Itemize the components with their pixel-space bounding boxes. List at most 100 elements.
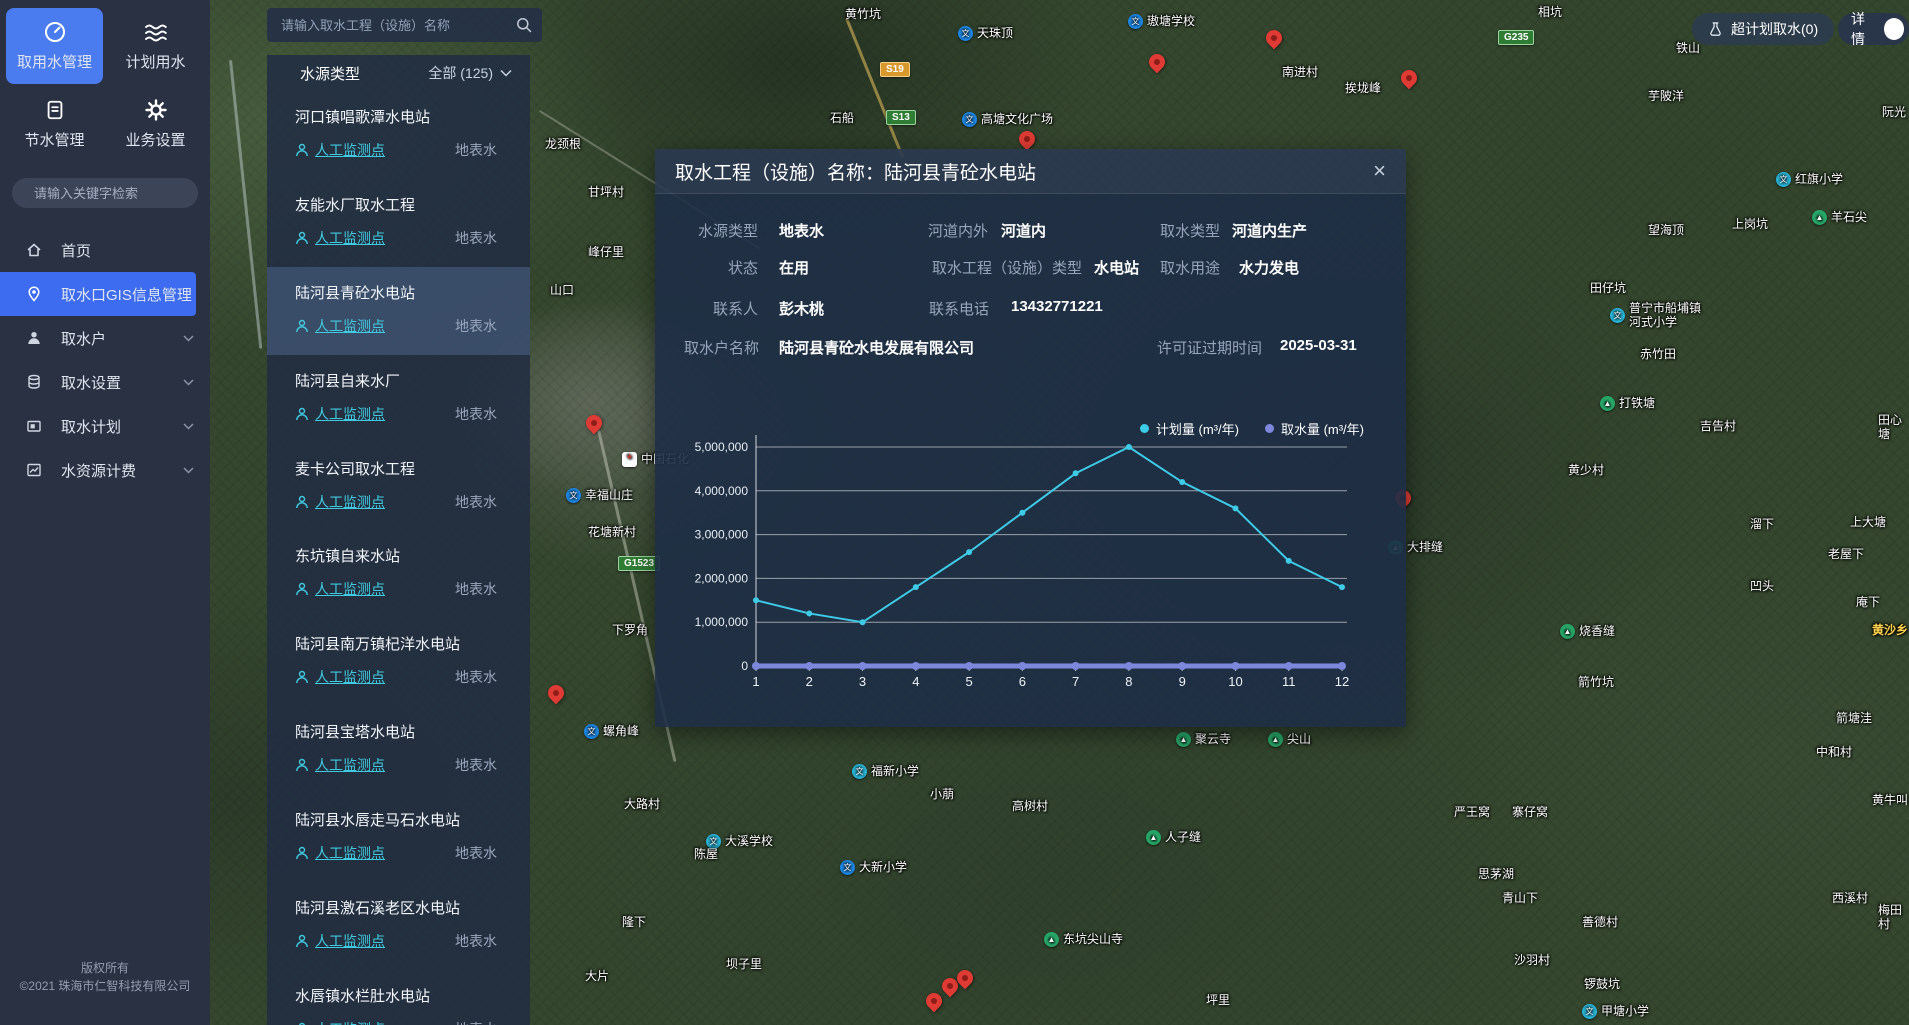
- station-search-input[interactable]: [279, 17, 516, 34]
- map-label-text: 望海顶: [1648, 224, 1684, 238]
- map-label-text: 山口: [550, 284, 574, 298]
- map-label: 青山下: [1502, 892, 1538, 906]
- station-list-item[interactable]: 东坑镇自来水站人工监测点地表水: [267, 530, 530, 618]
- map-label: 思茅湖: [1478, 868, 1514, 882]
- map-label-text: 芋陂洋: [1648, 90, 1684, 104]
- station-list-item[interactable]: 友能水厂取水工程人工监测点地表水: [267, 179, 530, 267]
- station-list-item[interactable]: 水唇镇水栏肚水电站人工监测点地表水: [267, 970, 530, 1025]
- home-icon: [26, 242, 42, 258]
- map-label-text: 龙颈根: [545, 138, 581, 152]
- person-icon: [295, 670, 309, 684]
- station-name: 陆河县青砼水电站: [295, 282, 497, 303]
- manual-monitor-link[interactable]: 人工监测点: [315, 316, 385, 336]
- map-label-text: 黄竹坑: [845, 8, 881, 22]
- manual-monitor-link[interactable]: 人工监测点: [315, 579, 385, 599]
- svg-text:6: 6: [1019, 674, 1026, 689]
- station-list-item[interactable]: 河口镇唱歌潭水电站人工监测点地表水: [267, 91, 530, 179]
- sidebar-item-gis-info[interactable]: 取水口GIS信息管理: [0, 272, 196, 316]
- water-source-type: 地表水: [455, 667, 497, 687]
- sidebar-search[interactable]: [12, 178, 198, 208]
- sinopec-icon[interactable]: *: [622, 452, 637, 467]
- map-label-text: 天珠顶: [977, 27, 1013, 41]
- tile-water-saving-mgmt[interactable]: 节水管理: [6, 86, 103, 162]
- poi-marker-icon[interactable]: ▲: [1176, 732, 1191, 747]
- poi-marker-icon[interactable]: 文: [1776, 172, 1791, 187]
- poi-marker-icon[interactable]: 文: [840, 860, 855, 875]
- station-list-item[interactable]: 陆河县水唇走马石水电站人工监测点地表水: [267, 794, 530, 882]
- search-icon[interactable]: [516, 17, 532, 33]
- manual-monitor-link[interactable]: 人工监测点: [315, 140, 385, 160]
- map-label: 黄少村: [1568, 464, 1604, 478]
- station-panel: 水源类型 全部 (125) 河口镇唱歌潭水电站人工监测点地表水友能水厂取水工程人…: [267, 55, 530, 1025]
- map-label-text: 铁山: [1676, 42, 1700, 56]
- person-icon: [295, 758, 309, 772]
- map-label-text: 赤竹田: [1640, 348, 1676, 362]
- station-list-item[interactable]: 陆河县激石溪老区水电站人工监测点地表水: [267, 882, 530, 970]
- map-label-text: 坝子里: [726, 958, 762, 972]
- tile-planned-water[interactable]: 计划用水: [107, 8, 204, 84]
- tile-water-intake-mgmt[interactable]: 取用水管理: [6, 8, 103, 84]
- svg-text:1: 1: [752, 674, 759, 689]
- sidebar-item-water-users[interactable]: 取水户: [0, 316, 210, 360]
- map-label: 寨仔窝: [1512, 806, 1548, 820]
- manual-monitor-link[interactable]: 人工监测点: [315, 931, 385, 951]
- sidebar-item-label: 取水计划: [61, 416, 121, 437]
- sidebar-item-intake-plan[interactable]: 取水计划: [0, 404, 210, 448]
- map-label-text: 寨仔窝: [1512, 806, 1548, 820]
- poi-marker-icon[interactable]: ▲: [1146, 830, 1161, 845]
- map-label: 阮光: [1882, 106, 1906, 120]
- station-name: 水唇镇水栏肚水电站: [295, 985, 497, 1006]
- poi-marker-icon[interactable]: 文: [1610, 308, 1625, 323]
- poi-marker-icon[interactable]: 文: [1582, 1004, 1597, 1019]
- toggle-knob[interactable]: [1884, 18, 1904, 40]
- station-list-item[interactable]: 陆河县南万镇杞洋水电站人工监测点地表水: [267, 618, 530, 706]
- station-list-item[interactable]: 陆河县宝塔水电站人工监测点地表水: [267, 706, 530, 794]
- poi-marker-icon[interactable]: 文: [962, 112, 977, 127]
- poi-marker-icon[interactable]: 文: [584, 724, 599, 739]
- poi-marker-icon[interactable]: 文: [958, 26, 973, 41]
- manual-monitor-link[interactable]: 人工监测点: [315, 843, 385, 863]
- manual-monitor-link[interactable]: 人工监测点: [315, 667, 385, 687]
- poi-marker-icon[interactable]: ▲: [1812, 210, 1827, 225]
- poi-marker-icon[interactable]: ▲: [1044, 932, 1059, 947]
- map-label-text: 挨垅峰: [1345, 82, 1381, 96]
- over-plan-water-button[interactable]: 超计划取水(0): [1692, 13, 1834, 45]
- map-label: 锣鼓坑: [1584, 978, 1620, 992]
- svg-text:4,000,000: 4,000,000: [695, 484, 749, 498]
- poi-marker-icon[interactable]: ▲: [1600, 396, 1615, 411]
- poi-marker-icon[interactable]: 文: [1128, 14, 1143, 29]
- station-list-item[interactable]: 陆河县自来水厂人工监测点地表水: [267, 355, 530, 443]
- manual-monitor-link[interactable]: 人工监测点: [315, 404, 385, 424]
- sidebar-item-water-billing[interactable]: 水资源计费: [0, 448, 210, 492]
- sidebar-item-intake-settings[interactable]: 取水设置: [0, 360, 210, 404]
- station-detail-modal: 取水工程（设施）名称：陆河县青砼水电站 × 水源类型地表水河道内外河道内取水类型…: [655, 149, 1406, 727]
- poi-marker-icon[interactable]: ▲: [1560, 624, 1575, 639]
- detail-toggle[interactable]: 详情: [1838, 13, 1909, 45]
- station-list-item[interactable]: 麦卡公司取水工程人工监测点地表水: [267, 443, 530, 531]
- map-label-text: 上岗坑: [1732, 218, 1768, 232]
- poi-marker-icon[interactable]: 文: [852, 764, 867, 779]
- sidebar-item-home[interactable]: 首页: [0, 228, 210, 272]
- map-label-text: 大路村: [624, 798, 660, 812]
- map-label-text: 羊石尖: [1831, 211, 1867, 225]
- poi-marker-icon[interactable]: 文: [566, 488, 581, 503]
- map-label: 善德村: [1582, 916, 1618, 930]
- sidebar-search-input[interactable]: [32, 185, 212, 202]
- manual-monitor-link[interactable]: 人工监测点: [315, 492, 385, 512]
- legend-item[interactable]: 计划量 (m³/年): [1140, 419, 1239, 438]
- tile-label: 取用水管理: [17, 51, 92, 72]
- tile-business-settings[interactable]: 业务设置: [107, 86, 204, 162]
- map-label: 小萠: [930, 788, 954, 802]
- legend-item[interactable]: 取水量 (m³/年): [1265, 419, 1364, 438]
- person-icon: [295, 934, 309, 948]
- manual-monitor-link[interactable]: 人工监测点: [315, 755, 385, 775]
- manual-monitor-link[interactable]: 人工监测点: [315, 228, 385, 248]
- filter-value-dropdown[interactable]: 全部 (125): [428, 63, 512, 83]
- station-search[interactable]: [267, 8, 542, 42]
- person-icon: [295, 582, 309, 596]
- station-list-item[interactable]: 陆河县青砼水电站人工监测点地表水: [267, 267, 530, 355]
- manual-monitor-link[interactable]: 人工监测点: [315, 1019, 385, 1025]
- map-label: ▲ 羊石尖: [1812, 210, 1867, 225]
- map-label-text: 中和村: [1816, 746, 1852, 760]
- poi-marker-icon[interactable]: ▲: [1268, 732, 1283, 747]
